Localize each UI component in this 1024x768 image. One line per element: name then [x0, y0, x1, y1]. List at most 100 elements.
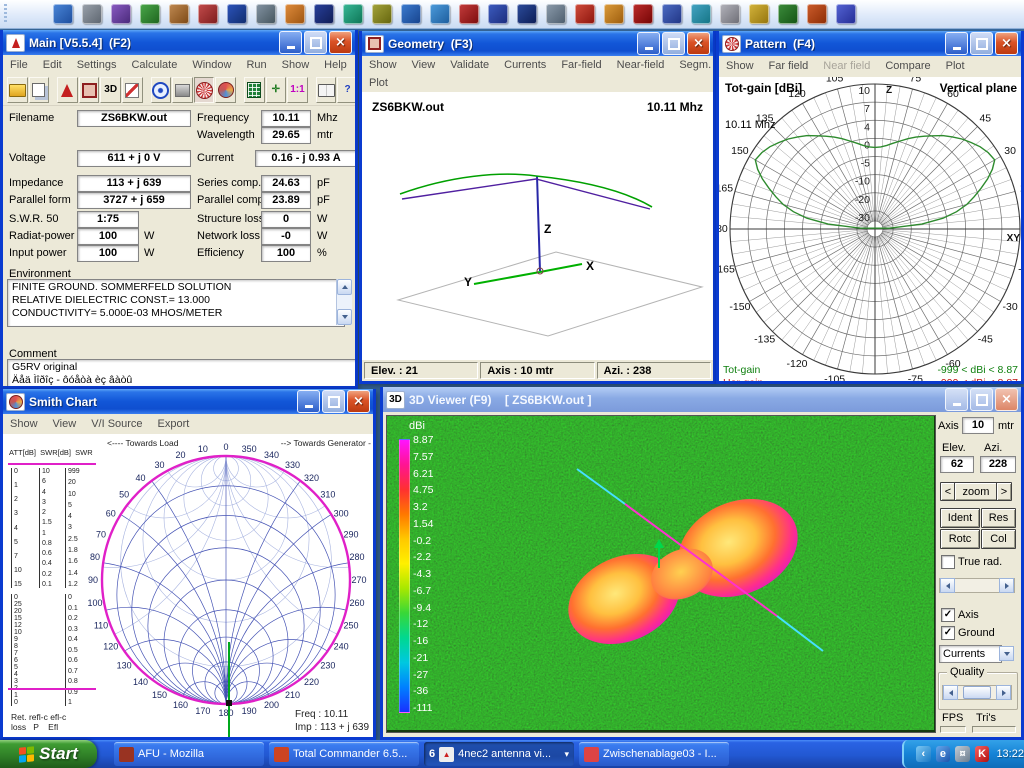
- taskbar-task-4nec2-antenna-vi[interactable]: 6▲4nec2 antenna vi...▾: [424, 742, 574, 766]
- browser-tray-icon[interactable]: e: [936, 746, 951, 762]
- menu-item[interactable]: Show: [726, 60, 754, 72]
- manual-icon[interactable]: [316, 77, 337, 103]
- smith-plot-area[interactable]: <---- Towards Load --> Towards Generator…: [3, 434, 373, 737]
- open-file-icon[interactable]: [7, 77, 28, 103]
- smith-chart-icon[interactable]: [215, 77, 236, 103]
- smith-titlebar[interactable]: Smith Chart ×: [3, 389, 373, 414]
- maximize-button[interactable]: [304, 31, 327, 54]
- quicklaunch-icon-16[interactable]: [488, 4, 508, 24]
- frequency-field[interactable]: 10.11: [261, 110, 311, 127]
- quicklaunch-icon-27[interactable]: [807, 4, 827, 24]
- maximize-button[interactable]: [970, 32, 993, 55]
- task-group-arrow-icon[interactable]: ▾: [564, 749, 569, 760]
- quicklaunch-icon-21[interactable]: [633, 4, 653, 24]
- quicklaunch-icon-17[interactable]: [517, 4, 537, 24]
- quality-slider[interactable]: [942, 685, 1012, 700]
- menu-item[interactable]: Calculate: [131, 59, 177, 71]
- quicklaunch-icon-28[interactable]: [836, 4, 856, 24]
- ident-button[interactable]: Ident: [940, 508, 980, 528]
- 3d-edit-icon[interactable]: 3D: [100, 77, 121, 103]
- close-button[interactable]: ×: [995, 388, 1018, 411]
- currents-icon[interactable]: [151, 77, 172, 103]
- elevation-field[interactable]: 62: [940, 456, 974, 473]
- menu-item[interactable]: Window: [192, 59, 231, 71]
- slider-left-icon[interactable]: [943, 685, 958, 700]
- pan-scrollbar[interactable]: [939, 578, 1015, 593]
- notepad-edit-icon[interactable]: [122, 77, 143, 103]
- nearfield-icon[interactable]: [172, 77, 193, 103]
- menu-item[interactable]: Show: [369, 59, 397, 71]
- quicklaunch-icon-24[interactable]: [720, 4, 740, 24]
- minimize-button[interactable]: [297, 390, 320, 413]
- taskbar-task-zwischenablage03-i[interactable]: Zwischenablage03 - I...: [579, 742, 729, 766]
- menu-item[interactable]: Validate: [450, 59, 489, 71]
- menu-item[interactable]: Currents: [504, 59, 546, 71]
- menu-item[interactable]: Far-field: [561, 59, 601, 71]
- geometry-edit-icon[interactable]: [79, 77, 100, 103]
- geometry-canvas[interactable]: ZS6BKW.out 10.11 Mhz Y X Z: [362, 92, 713, 360]
- quicklaunch-icon-8[interactable]: [256, 4, 276, 24]
- menu-item[interactable]: Segm.: [679, 59, 711, 71]
- windows-icon[interactable]: [29, 77, 50, 103]
- menu-item[interactable]: View: [53, 418, 77, 430]
- hide-icons-icon[interactable]: ‹: [916, 746, 931, 762]
- quicklaunch-icon-26[interactable]: [778, 4, 798, 24]
- scroll-right-icon[interactable]: [999, 578, 1014, 593]
- menu-item[interactable]: Export: [158, 418, 190, 430]
- dropdown-arrow-icon[interactable]: [999, 646, 1014, 661]
- pattern-icon[interactable]: [194, 77, 215, 103]
- maximize-button[interactable]: [662, 32, 685, 55]
- pattern-plot-area[interactable]: Tot-gain [dBi] Vertical plane 10.11 Mhz …: [719, 77, 1021, 381]
- filename-field[interactable]: ZS6BKW.out: [77, 110, 191, 127]
- azimuth-field[interactable]: 228: [980, 456, 1016, 473]
- quicklaunch-icon-11[interactable]: [343, 4, 363, 24]
- antivirus-tray-icon[interactable]: K: [975, 746, 990, 762]
- radiat-power-field[interactable]: 100: [77, 228, 139, 245]
- antenna-icon[interactable]: [57, 77, 78, 103]
- maximize-button[interactable]: [970, 388, 993, 411]
- start-button[interactable]: Start: [0, 740, 97, 768]
- col-button[interactable]: Col: [981, 529, 1016, 549]
- comment-box[interactable]: G5RV originalÄåä Ìîðîç - ôóåòà èç âàòû: [7, 359, 358, 388]
- quicklaunch-icon-1[interactable]: [53, 4, 73, 24]
- close-button[interactable]: ×: [687, 32, 710, 55]
- menu-item[interactable]: Near-field: [617, 59, 665, 71]
- viewer-titlebar[interactable]: 3D 3D Viewer (F9) [ ZS6BKW.out ] ×: [383, 387, 1021, 412]
- close-button[interactable]: ×: [347, 390, 370, 413]
- axis-length-field[interactable]: 10: [962, 417, 994, 434]
- scale-1to1-icon[interactable]: 1:1: [287, 77, 308, 103]
- minimize-button[interactable]: [945, 388, 968, 411]
- menu-item[interactable]: Show: [282, 59, 310, 71]
- menu-item[interactable]: Run: [246, 59, 266, 71]
- menu-item[interactable]: Settings: [77, 59, 117, 71]
- quicklaunch-icon-19[interactable]: [575, 4, 595, 24]
- viewer-3d-canvas[interactable]: dBi 8.877.576.214.753.21.54-0.2-2.2-4.3-…: [386, 415, 936, 733]
- taskbar-task-afu-mozilla[interactable]: AFU - Mozilla: [114, 742, 264, 766]
- true-rad-checkbox[interactable]: [941, 555, 955, 569]
- close-button[interactable]: ×: [329, 31, 352, 54]
- maximize-button[interactable]: [322, 390, 345, 413]
- menu-item[interactable]: Near field: [823, 60, 870, 72]
- menu-item[interactable]: Show: [10, 418, 38, 430]
- quicklaunch-icon-2[interactable]: [82, 4, 102, 24]
- minimize-button[interactable]: [279, 31, 302, 54]
- menu-item[interactable]: View: [412, 59, 436, 71]
- quicklaunch-icon-4[interactable]: [140, 4, 160, 24]
- quicklaunch-icon-23[interactable]: [691, 4, 711, 24]
- ground-checkbox[interactable]: ✓: [941, 626, 955, 640]
- input-power-field[interactable]: 100: [77, 245, 139, 262]
- environment-scrollbar[interactable]: [336, 279, 352, 325]
- minimize-button[interactable]: [945, 32, 968, 55]
- menu-item[interactable]: Plot: [369, 77, 388, 89]
- optimizer-icon[interactable]: ✛: [266, 77, 287, 103]
- quicklaunch-icon-25[interactable]: [749, 4, 769, 24]
- help-icon[interactable]: ?: [337, 77, 358, 103]
- minimize-button[interactable]: [637, 32, 660, 55]
- menu-item[interactable]: File: [10, 59, 28, 71]
- quicklaunch-icon-3[interactable]: [111, 4, 131, 24]
- environment-list[interactable]: FINITE GROUND. SOMMERFELD SOLUTIONRELATI…: [7, 279, 345, 327]
- menu-item[interactable]: Plot: [946, 60, 965, 72]
- utility-tray-icon[interactable]: ¤: [955, 746, 970, 762]
- display-mode-select[interactable]: Currents: [939, 645, 1002, 663]
- toolbar-drag-handle[interactable]: [4, 4, 7, 24]
